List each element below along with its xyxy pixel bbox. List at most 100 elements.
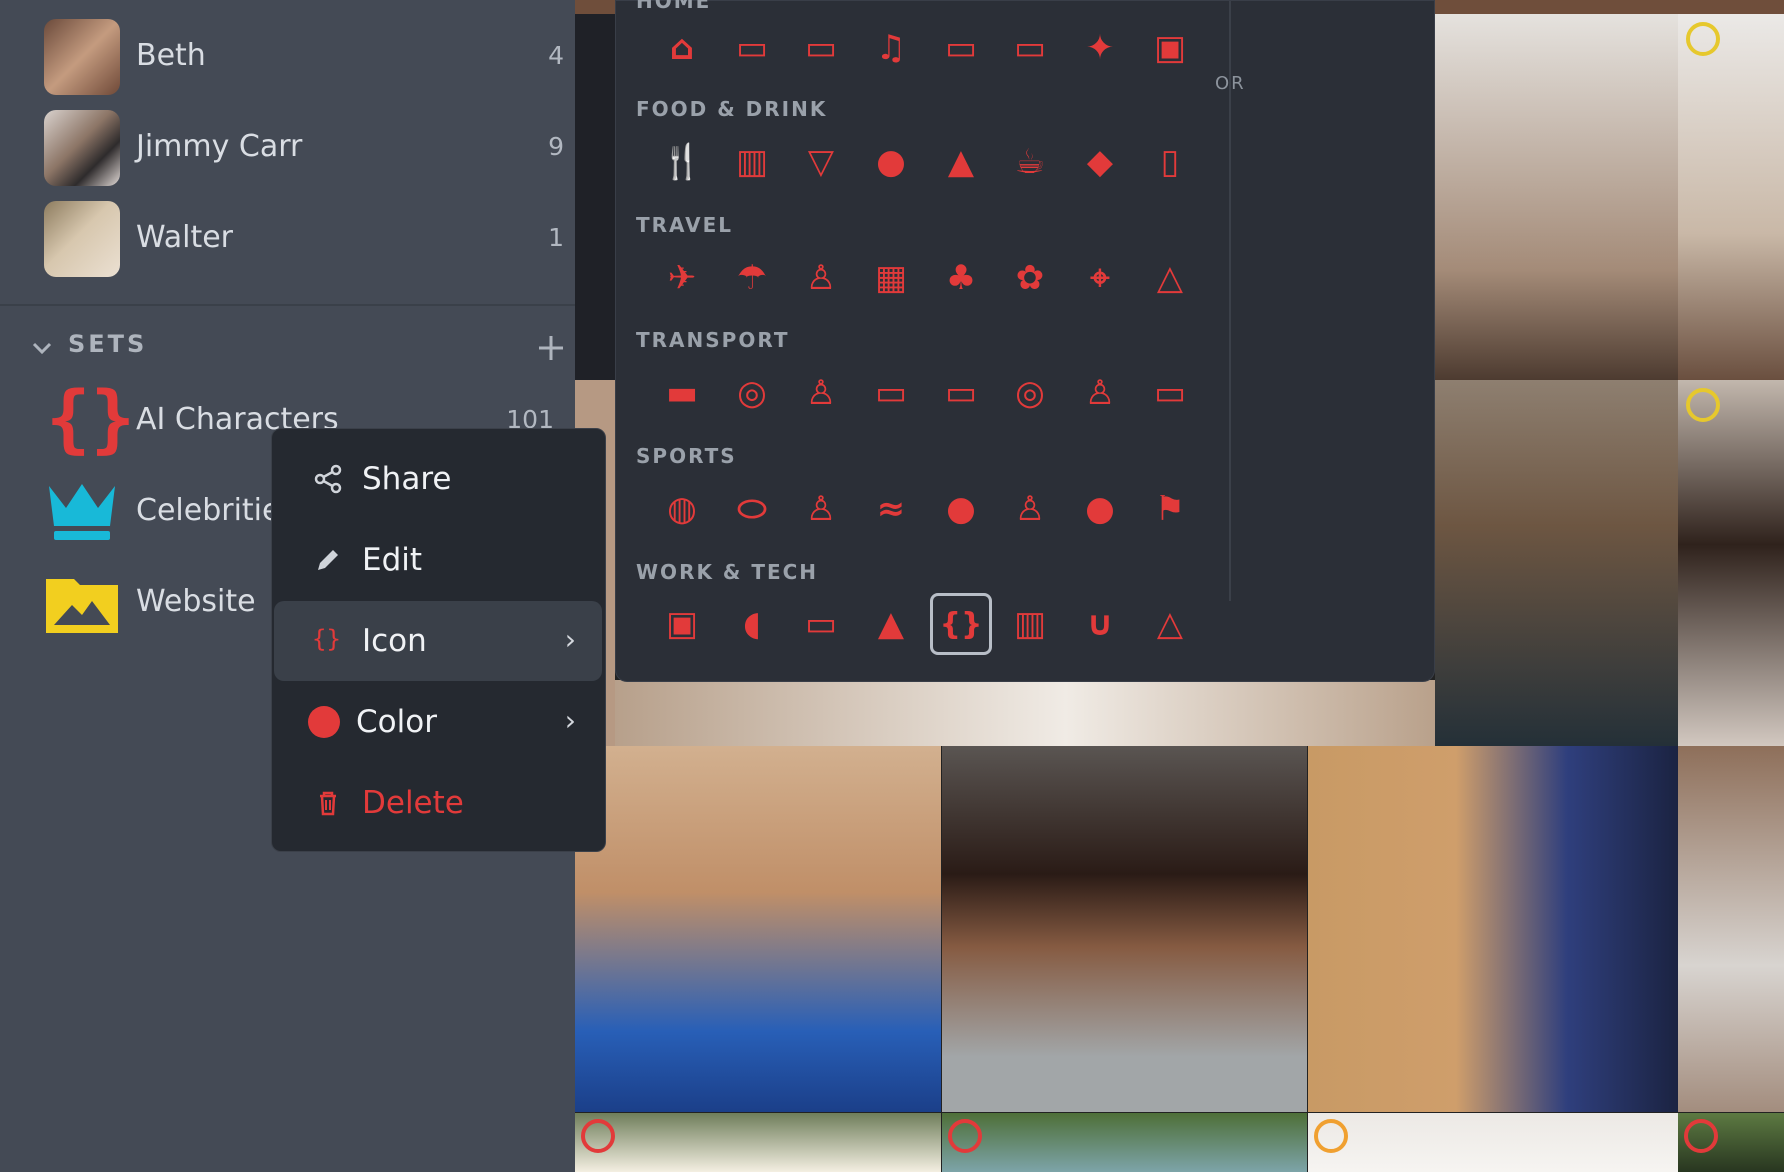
person-name: Jimmy Carr (136, 129, 303, 164)
flower-icon[interactable]: ✿ (999, 247, 1061, 309)
set-name: Website (136, 584, 256, 619)
photo-tile[interactable] (1435, 380, 1678, 746)
home-icon[interactable]: ⌂ (651, 17, 713, 79)
chevron-down-icon (32, 342, 52, 355)
graduation-cap-icon[interactable]: ▲ (860, 593, 922, 655)
train-icon[interactable]: ▭ (930, 362, 992, 424)
walker-icon[interactable]: ♙ (1069, 362, 1131, 424)
person-row-beth[interactable]: Beth 4 (44, 19, 564, 95)
braces-icon[interactable]: {} (930, 593, 992, 655)
photo-tile[interactable] (575, 746, 941, 1112)
utensils-icon[interactable]: 🍴 (651, 131, 713, 193)
image-folder-icon (46, 579, 118, 633)
color-dot-icon (308, 706, 340, 738)
or-label: OR (1215, 73, 1246, 94)
apple-icon[interactable]: ● (860, 131, 922, 193)
runner-icon[interactable]: ♙ (790, 362, 852, 424)
hiker-icon[interactable]: ♙ (790, 247, 852, 309)
cake-icon[interactable]: ▲ (930, 131, 992, 193)
sets-section-header[interactable]: SETS (30, 328, 565, 368)
weightlifter-icon[interactable]: ♙ (790, 478, 852, 540)
person-row-walter[interactable]: Walter 1 (44, 201, 564, 277)
person-row-jimmy-carr[interactable]: Jimmy Carr 9 (44, 110, 564, 186)
swimmer-icon[interactable]: ≈ (860, 478, 922, 540)
photo-tile[interactable] (1435, 14, 1678, 380)
angry-face-icon (581, 1119, 615, 1153)
cup-icon[interactable]: ▯ (1139, 131, 1201, 193)
share-icon (314, 464, 342, 494)
photo-tile[interactable] (1678, 14, 1784, 380)
bed-icon[interactable]: ▭ (721, 17, 783, 79)
category-label: TRAVEL (636, 213, 734, 237)
skier-icon[interactable]: ♙ (999, 478, 1061, 540)
share-menu-item[interactable]: Share (274, 439, 602, 519)
chevron-right-icon: › (564, 623, 576, 656)
neutral-face-icon (1686, 388, 1720, 422)
tent-icon[interactable]: △ (1139, 247, 1201, 309)
stethoscope-icon[interactable]: ∪ (1069, 593, 1131, 655)
bus-icon[interactable]: ▭ (860, 362, 922, 424)
golf-icon[interactable]: ⚑ (1139, 478, 1201, 540)
monitor-icon[interactable]: ▭ (790, 593, 852, 655)
category-home-label: HOME (636, 0, 712, 13)
car-icon[interactable]: ▬ (651, 362, 713, 424)
glass-icon[interactable]: ▥ (721, 131, 783, 193)
delete-menu-item[interactable]: Delete (274, 763, 602, 843)
photo-tile[interactable] (1308, 1113, 1678, 1172)
person-count: 1 (548, 223, 564, 252)
beach-umbrella-icon[interactable]: ☂ (721, 247, 783, 309)
fireplace-icon[interactable]: ▣ (1139, 17, 1201, 79)
music-icon[interactable]: ♫ (860, 17, 922, 79)
flask-icon[interactable]: △ (1139, 593, 1201, 655)
person-count: 4 (548, 41, 564, 70)
photo-tile[interactable] (1678, 746, 1784, 1112)
tv-icon[interactable]: ▭ (930, 17, 992, 79)
coffee-icon[interactable]: ☕ (999, 131, 1061, 193)
photo-tile[interactable] (1308, 746, 1678, 1112)
edit-menu-item[interactable]: Edit (274, 520, 602, 600)
bath-icon[interactable]: ▭ (999, 17, 1061, 79)
share-label: Share (362, 461, 452, 497)
category-label: WORK & TECH (636, 560, 819, 584)
icon-menu-item[interactable]: {} Icon › (274, 601, 602, 681)
photo-tile[interactable] (615, 680, 1435, 746)
icon-picker-popup: HOME ⌂ ▭ ▭ ♫ ▭ ▭ ✦ ▣ FOOD & DRINK TRAVEL… (615, 0, 1435, 682)
table-tennis-icon[interactable]: ● (930, 478, 992, 540)
sofa-icon[interactable]: ▭ (790, 17, 852, 79)
briefcase-icon[interactable]: ▣ (651, 593, 713, 655)
category-label: TRANSPORT (636, 328, 790, 352)
basketball-icon[interactable]: ◍ (651, 478, 713, 540)
photo-tile[interactable] (1678, 1113, 1784, 1172)
add-set-icon[interactable] (537, 334, 565, 362)
plane-icon[interactable]: ✈ (651, 247, 713, 309)
motorcycle-icon[interactable]: ◎ (999, 362, 1061, 424)
photo-tile[interactable] (575, 1113, 941, 1172)
person-name: Walter (136, 220, 234, 255)
lamp-icon[interactable]: ✦ (1069, 17, 1131, 79)
person-count: 9 (548, 132, 564, 161)
photo-tile[interactable] (942, 1113, 1307, 1172)
map-pin-icon[interactable]: ⌖ (1069, 247, 1131, 309)
pizza-icon[interactable]: ◆ (1069, 131, 1131, 193)
gamepad-icon[interactable]: ◖ (721, 593, 783, 655)
photo-tile[interactable] (1678, 380, 1784, 746)
crown-icon (49, 484, 115, 540)
photo-tile[interactable] (575, 14, 615, 380)
tram-icon[interactable]: ▭ (1139, 362, 1201, 424)
edit-label: Edit (362, 542, 423, 578)
bicycle-icon[interactable]: ◎ (721, 362, 783, 424)
tree-icon[interactable]: ♣ (930, 247, 992, 309)
pencil-icon (318, 550, 338, 570)
football-icon[interactable]: ⬭ (721, 478, 783, 540)
cocktail-icon[interactable]: ▽ (790, 131, 852, 193)
building-icon[interactable]: ▦ (860, 247, 922, 309)
delete-label: Delete (362, 785, 464, 821)
bowling-ball-icon[interactable]: ● (1069, 478, 1131, 540)
color-menu-item[interactable]: Color › (274, 682, 602, 762)
icon-label: Icon (362, 623, 427, 659)
avatar (44, 19, 120, 95)
angry-face-icon (948, 1119, 982, 1153)
bar-chart-icon[interactable]: ▥ (999, 593, 1061, 655)
photo-tile[interactable] (942, 746, 1307, 1112)
context-menu: Share Edit {} Icon › Color › Delete (271, 428, 606, 852)
